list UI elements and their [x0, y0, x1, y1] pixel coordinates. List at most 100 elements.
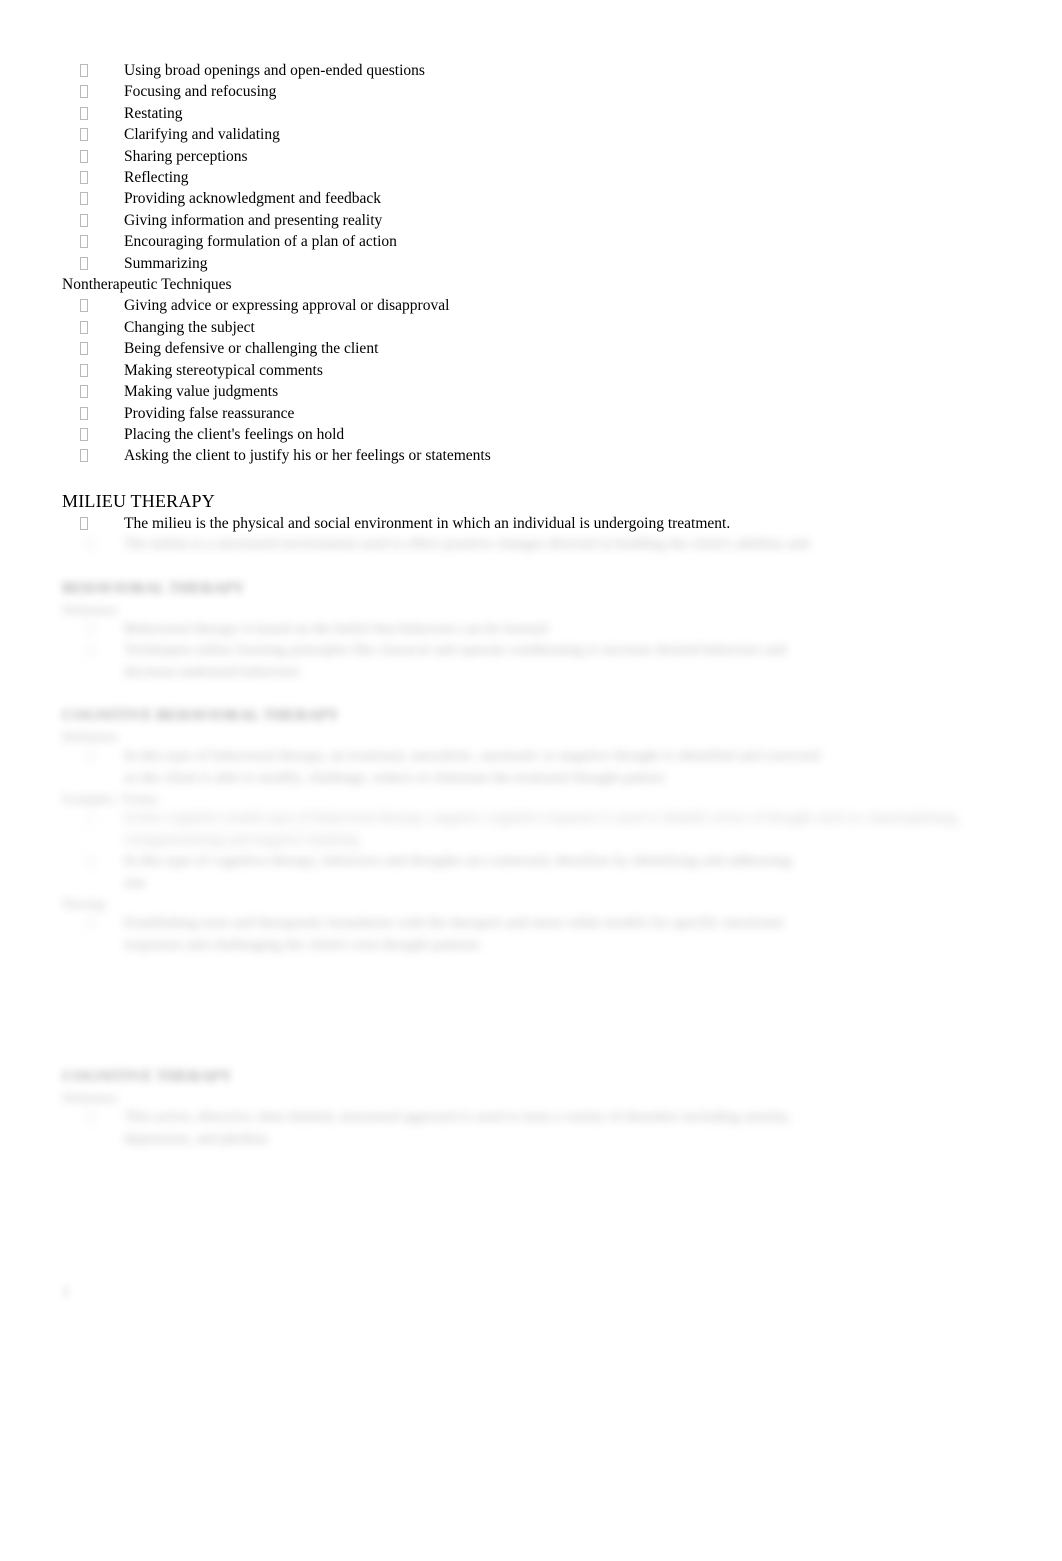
list-item: In this type of cognitive therapy, behav…: [0, 851, 1062, 894]
list-item-label: Giving information and presenting realit…: [124, 211, 383, 229]
list-item: Giving advice or expressing approval or …: [0, 295, 1062, 316]
cognitive-behavioral-therapy-heading: COGNITIVE BEHAVIORAL THERAPY: [62, 707, 339, 725]
list-item-label: In this type of behavioral therapy, an i…: [124, 748, 820, 786]
list-item: Placing the client's feelings on hold: [0, 424, 1062, 445]
document-body: Using broad openings and open-ended ques…: [0, 0, 1062, 1150]
list-item-label: Establishing trust and therapeutic bound…: [124, 915, 783, 953]
list-item: Techniques utilize learning principles l…: [0, 640, 1062, 683]
bullet-glyph-icon: [80, 363, 88, 377]
bullet-glyph-icon: [80, 299, 88, 313]
list-item-label: Reflecting: [124, 169, 189, 187]
page-number-marker: 2: [62, 1284, 70, 1300]
bullet-glyph-icon: [80, 235, 88, 249]
list-item-label: Using broad openings and open-ended ques…: [124, 62, 425, 79]
bullet-glyph-icon: [86, 644, 94, 657]
list-item: Providing acknowledgment and feedback: [0, 188, 1062, 209]
bullet-glyph-icon: [80, 85, 88, 99]
list-item-label: Being defensive or challenging the clien…: [124, 340, 379, 358]
bullet-glyph-icon: [86, 1111, 94, 1124]
bullet-glyph-icon: [80, 106, 88, 120]
list-item-label: Making value judgments: [124, 383, 279, 401]
bullet-glyph-icon: [86, 855, 94, 868]
document-page: Using broad openings and open-ended ques…: [0, 0, 1062, 1561]
nontherapeutic-techniques-heading: Nontherapeutic Techniques: [62, 276, 232, 294]
bullet-glyph-icon: [86, 750, 94, 763]
list-item: The milieu is a structured environment u…: [0, 534, 1062, 556]
list-item: Restating: [0, 103, 1062, 124]
list-item-label: Giving advice or expressing approval or …: [124, 297, 450, 315]
list-item: Focusing and refocusing: [0, 81, 1062, 102]
bullet-glyph-icon: [80, 192, 88, 206]
bullet-glyph-icon: [80, 149, 88, 163]
cognitive-therapy-list: This active, directive, time-limited, st…: [0, 1107, 1062, 1150]
list-item: Establishing trust and therapeutic bound…: [0, 913, 1062, 956]
list-item: Reflecting: [0, 167, 1062, 188]
list-item-label: Providing acknowledgment and feedback: [124, 190, 381, 208]
list-item: Encouraging formulation of a plan of act…: [0, 231, 1062, 252]
list-item: Making stereotypical comments: [0, 360, 1062, 381]
bullet-glyph-icon: [80, 64, 88, 77]
list-item: Behavioral therapy is based on the belie…: [0, 619, 1062, 641]
list-item-label: The milieu is the physical and social en…: [124, 514, 731, 532]
list-item-label: Restating: [124, 104, 183, 122]
list-item: Sharing perceptions: [0, 146, 1062, 167]
list-item: Giving information and presenting realit…: [0, 210, 1062, 231]
behavioral-therapy-definition-label: Definition:: [62, 601, 120, 617]
bullet-glyph-icon: [80, 256, 88, 270]
bullet-glyph-icon: [80, 406, 88, 420]
bullet-glyph-icon: [86, 622, 94, 635]
list-item: Clarifying and validating: [0, 124, 1062, 145]
list-item-label: Clarifying and validating: [124, 126, 280, 144]
cbt-examples-list: In this cognitive model type of behavior…: [0, 808, 1062, 894]
list-item: Asking the client to justify his or her …: [0, 445, 1062, 466]
behavioral-therapy-heading: BEHAVIORAL THERAPY: [62, 579, 245, 597]
bullet-glyph-icon: [86, 812, 94, 825]
list-item: Providing false reassurance: [0, 403, 1062, 424]
therapeutic-techniques-list: Using broad openings and open-ended ques…: [0, 60, 1062, 274]
bullet-glyph-icon: [80, 516, 88, 530]
cbt-examples-label: Examples / Forms:: [62, 791, 161, 807]
cbt-nursing-list: Establishing trust and therapeutic bound…: [0, 913, 1062, 956]
list-item-label: Summarizing: [124, 254, 208, 272]
cbt-nursing-label: Nursing:: [62, 896, 108, 912]
nontherapeutic-techniques-list: Giving advice or expressing approval or …: [0, 295, 1062, 466]
list-item: In this cognitive model type of behavior…: [0, 808, 1062, 851]
bullet-glyph-icon: [80, 385, 88, 399]
cognitive-therapy-heading: COGNITIVE THERAPY: [62, 1068, 232, 1086]
milieu-therapy-list: The milieu is the physical and social en…: [0, 513, 1062, 556]
bullet-glyph-icon: [86, 538, 94, 551]
bullet-glyph-icon: [80, 427, 88, 441]
list-item-label: Focusing and refocusing: [124, 83, 277, 101]
behavioral-therapy-list: Behavioral therapy is based on the belie…: [0, 619, 1062, 684]
list-item-label: This active, directive, time-limited, st…: [124, 1109, 791, 1147]
list-item-label: Behavioral therapy is based on the belie…: [124, 620, 548, 637]
list-item-label: Changing the subject: [124, 318, 255, 336]
list-item-label: Making stereotypical comments: [124, 361, 323, 379]
list-item: Changing the subject: [0, 317, 1062, 338]
bullet-glyph-icon: [80, 320, 88, 334]
bullet-glyph-icon: [80, 128, 88, 142]
list-item-label: Sharing perceptions: [124, 147, 248, 165]
list-item: Making value judgments: [0, 381, 1062, 402]
bullet-glyph-icon: [80, 171, 88, 185]
list-item: Being defensive or challenging the clien…: [0, 338, 1062, 359]
cognitive-therapy-definition-label: Definition:: [62, 1090, 120, 1106]
list-item: In this type of behavioral therapy, an i…: [0, 746, 1062, 789]
bullet-glyph-icon: [80, 213, 88, 227]
cbt-definition-list: In this type of behavioral therapy, an i…: [0, 746, 1062, 789]
list-item: This active, directive, time-limited, st…: [0, 1107, 1062, 1150]
milieu-therapy-heading: MILIEU THERAPY: [62, 490, 215, 511]
list-item-label: The milieu is a structured environment u…: [124, 536, 810, 553]
list-item: Summarizing: [0, 253, 1062, 274]
list-item-label: Providing false reassurance: [124, 404, 295, 422]
list-item: The milieu is the physical and social en…: [0, 513, 1062, 534]
list-item-label: Asking the client to justify his or her …: [124, 447, 491, 465]
cbt-definition-label: Definition:: [62, 729, 120, 745]
list-item-label: In this cognitive model type of behavior…: [124, 810, 960, 848]
bullet-glyph-icon: [86, 917, 94, 930]
list-item-label: Techniques utilize learning principles l…: [124, 642, 787, 680]
bullet-glyph-icon: [80, 342, 88, 356]
list-item-label: Placing the client's feelings on hold: [124, 425, 345, 443]
list-item: Using broad openings and open-ended ques…: [0, 60, 1062, 81]
bullet-glyph-icon: [80, 449, 88, 463]
